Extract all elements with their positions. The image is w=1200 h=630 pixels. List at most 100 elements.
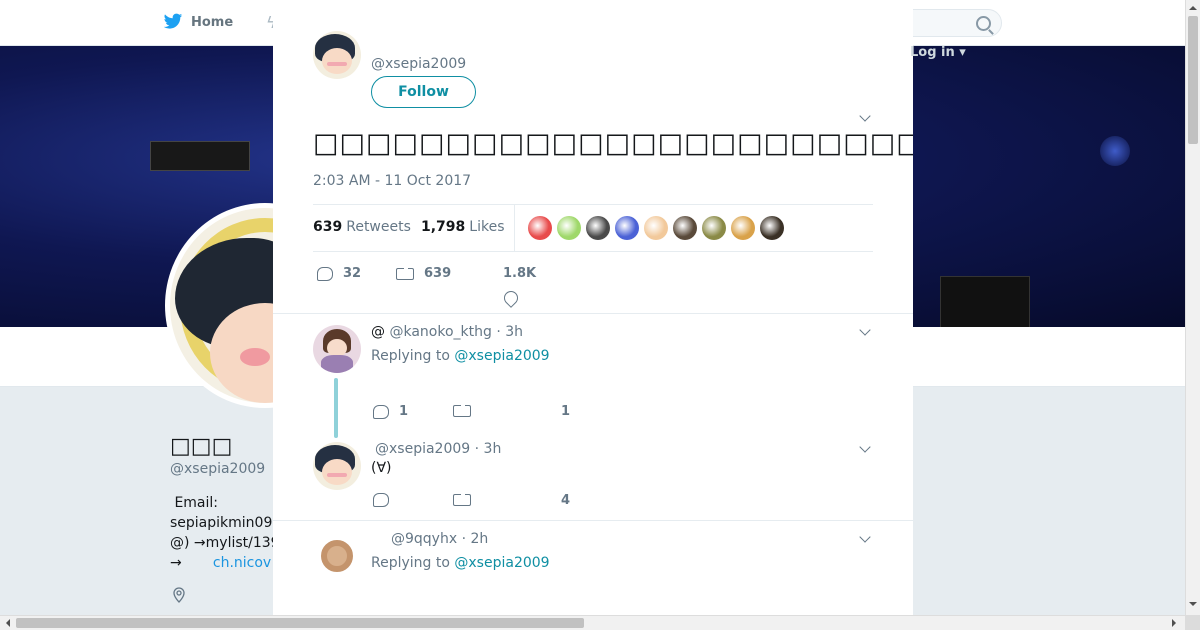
retweet-icon xyxy=(453,492,471,506)
retweet-button[interactable] xyxy=(453,492,471,506)
replying-to-link[interactable]: @xsepia2009 xyxy=(454,555,549,571)
page: Home ϟ Log in ▾ □□□ @xsepia2009 Email: s… xyxy=(0,0,1200,630)
reply-time[interactable]: 3h xyxy=(484,441,502,457)
liker-avatar[interactable] xyxy=(673,216,697,240)
scroll-down-icon[interactable] xyxy=(1189,602,1197,610)
bio-line: sepiapikmin09 xyxy=(170,515,273,531)
location-pin-icon xyxy=(173,587,185,603)
replying-prefix: Replying to xyxy=(371,555,450,571)
like-count-label[interactable]: 1.8K xyxy=(503,266,536,281)
bio-link[interactable]: ch.nicov xyxy=(213,555,271,571)
like-button[interactable] xyxy=(501,288,521,308)
reply-header: @9qqyhx · 2h xyxy=(391,531,489,547)
reply-time[interactable]: 2h xyxy=(470,531,488,547)
reply-icon xyxy=(373,404,389,419)
scrollbar-corner xyxy=(1185,615,1200,630)
like-button[interactable]: 4 xyxy=(561,493,570,508)
liker-avatar[interactable] xyxy=(731,216,755,240)
liker-avatar[interactable] xyxy=(586,216,610,240)
profile-handle: @xsepia2009 xyxy=(170,461,266,477)
nav-home[interactable]: Home xyxy=(163,13,233,31)
scroll-up-icon[interactable] xyxy=(1189,2,1197,10)
reply-count: 1 xyxy=(399,404,409,419)
retweet-count: 639 xyxy=(424,266,452,281)
scroll-left-icon[interactable] xyxy=(2,619,10,627)
reply-avatar[interactable] xyxy=(313,532,361,580)
reply-avatar[interactable] xyxy=(313,325,361,373)
reply-author-handle[interactable]: @9qqyhx xyxy=(391,531,457,547)
author-handle[interactable]: @xsepia2009 xyxy=(371,56,466,72)
reply-icon xyxy=(317,266,333,281)
nav-home-label: Home xyxy=(191,14,234,30)
profile-name: □□□ xyxy=(170,434,233,459)
horizontal-scroll-thumb[interactable] xyxy=(16,618,584,628)
retweet-icon xyxy=(453,403,471,417)
replying-to: Replying to @xsepia2009 xyxy=(371,555,550,571)
chevron-down-icon[interactable] xyxy=(859,533,871,545)
login-menu[interactable]: Log in ▾ xyxy=(910,45,966,60)
replying-to-link[interactable]: @xsepia2009 xyxy=(454,348,549,364)
tweet-modal: @xsepia2009 Follow □□□□□□□□□□□□□□□□□□□□□… xyxy=(273,0,913,615)
retweet-button[interactable]: 639 xyxy=(396,265,452,281)
likes-stat[interactable]: 1,798 Likes xyxy=(421,219,505,235)
replying-prefix: Replying to xyxy=(371,348,450,364)
search-icon[interactable] xyxy=(976,16,991,31)
thread-line xyxy=(334,378,338,438)
likes-label: Likes xyxy=(469,219,505,235)
reply-count: 32 xyxy=(343,266,362,281)
reply-button[interactable]: 1 xyxy=(373,404,408,419)
tweet-actions: 32 639 1.8K xyxy=(313,265,873,308)
retweet-icon xyxy=(396,265,414,280)
reply-avatar[interactable] xyxy=(313,442,361,490)
bio-line: @) →mylist/139 xyxy=(170,535,280,551)
vertical-scroll-thumb[interactable] xyxy=(1188,16,1198,144)
chevron-down-icon[interactable] xyxy=(859,112,871,124)
reply-author-handle[interactable]: @xsepia2009 xyxy=(375,441,470,457)
follow-button[interactable]: Follow xyxy=(371,76,476,108)
likers-list xyxy=(528,216,784,240)
reply-author-name[interactable]: @ xyxy=(371,324,385,340)
banner-amp xyxy=(150,141,250,171)
liker-avatar[interactable] xyxy=(644,216,668,240)
bio-line: → xyxy=(170,555,182,571)
reply-button[interactable] xyxy=(373,493,389,507)
likes-count: 1,798 xyxy=(421,219,466,235)
scroll-right-icon[interactable] xyxy=(1172,619,1180,627)
retweets-label: Retweets xyxy=(346,219,411,235)
horizontal-scrollbar[interactable] xyxy=(0,615,1185,630)
like-button[interactable]: 1 xyxy=(561,404,570,419)
vertical-scrollbar[interactable] xyxy=(1185,0,1200,615)
retweets-stat[interactable]: 639 Retweets xyxy=(313,219,411,235)
reply-icon xyxy=(373,493,389,507)
like-count: 1 xyxy=(561,404,571,419)
liker-avatar[interactable] xyxy=(760,216,784,240)
bio-line: Email: xyxy=(170,495,219,511)
heart-icon xyxy=(501,288,521,308)
tweet-text: □□□□□□□□□□□□□□□□□□□□□□□□□□□□□□□□□□□□□□□□… xyxy=(313,128,913,159)
liker-avatar[interactable] xyxy=(528,216,552,240)
chevron-down-icon[interactable] xyxy=(859,443,871,455)
like-count: 4 xyxy=(561,493,571,508)
reply-button[interactable]: 32 xyxy=(317,266,361,281)
liker-avatar[interactable] xyxy=(615,216,639,240)
profile-bio: Email: sepiapikmin09 @) →mylist/139 → ch… xyxy=(170,493,280,573)
like-count: 1.8K xyxy=(503,266,537,281)
divider xyxy=(273,313,913,314)
reply-header: @ @kanoko_kthg · 3h xyxy=(371,324,524,340)
banner-light xyxy=(1100,136,1130,166)
author-avatar[interactable] xyxy=(313,31,361,79)
bird-icon xyxy=(163,13,183,29)
liker-avatar[interactable] xyxy=(702,216,726,240)
reply-header: @xsepia2009 · 3h xyxy=(375,441,502,457)
liker-avatar[interactable] xyxy=(557,216,581,240)
retweets-count: 639 xyxy=(313,219,343,235)
close-icon[interactable] xyxy=(1155,13,1177,35)
reply-author-handle[interactable]: @kanoko_kthg xyxy=(389,324,491,340)
divider xyxy=(273,520,913,521)
tweet-timestamp[interactable]: 2:03 AM - 11 Oct 2017 xyxy=(313,173,471,189)
retweet-button[interactable] xyxy=(453,403,471,417)
reply-text: (∀) xyxy=(371,460,392,476)
replying-to: Replying to @xsepia2009 xyxy=(371,348,550,364)
chevron-down-icon[interactable] xyxy=(859,326,871,338)
reply-time[interactable]: 3h xyxy=(505,324,523,340)
